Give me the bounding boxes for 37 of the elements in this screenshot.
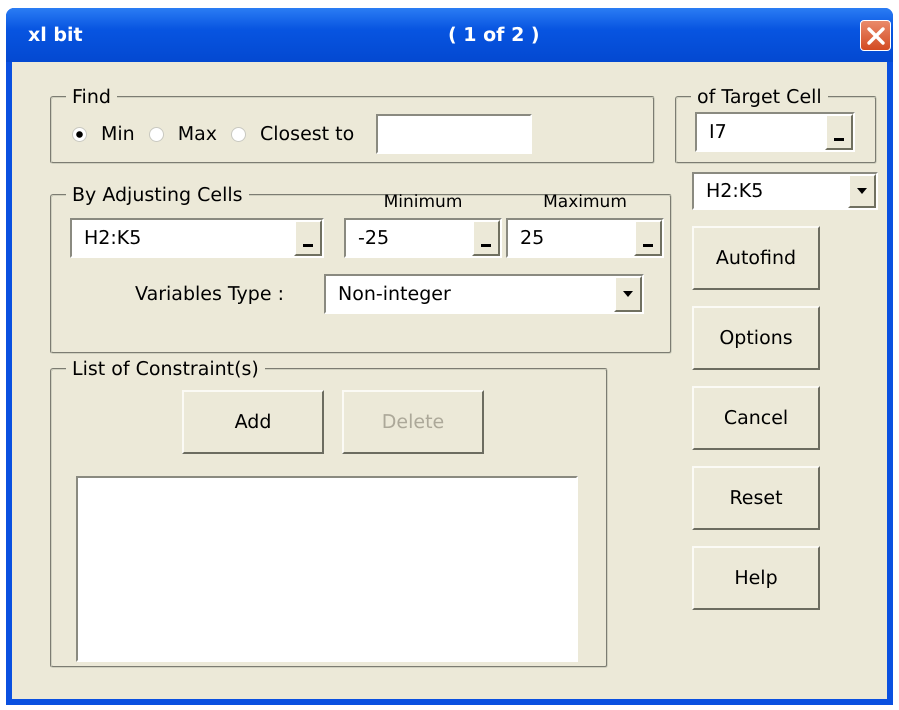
side-button[interactable]: Options: [692, 306, 820, 370]
page-indicator: ( 1 of 2 ): [448, 24, 540, 46]
minimum-label: Minimum: [384, 192, 462, 212]
group-label: List of Constraint(s): [71, 358, 260, 380]
constraint-button[interactable]: Add: [182, 390, 324, 454]
variables-type-dropdown[interactable]: Non-integer: [324, 274, 644, 314]
dropdown-button[interactable]: [614, 276, 642, 312]
side-button[interactable]: Reset: [692, 466, 820, 530]
collapse-button[interactable]: [825, 114, 853, 150]
radio-button[interactable]: [148, 126, 164, 142]
maximum-label: Maximum: [543, 192, 627, 212]
close-button[interactable]: [860, 20, 891, 51]
radio-label: Min: [101, 123, 135, 145]
radio-option[interactable]: Closest to: [231, 123, 354, 145]
radio-button[interactable]: [231, 126, 246, 142]
window-title: xl bit: [28, 24, 83, 46]
closest-to-field[interactable]: [376, 114, 532, 154]
collapse-button[interactable]: [472, 220, 500, 256]
side-button[interactable]: Cancel: [692, 386, 820, 450]
group-label: of Target Cell: [696, 86, 823, 108]
group-label: Find: [71, 86, 112, 108]
radio-label: Max: [178, 123, 217, 145]
collapse-button[interactable]: [634, 220, 662, 256]
radio-label: Closest to: [260, 123, 354, 145]
group-label: By Adjusting Cells: [71, 184, 244, 206]
dropdown-button[interactable]: [848, 174, 876, 208]
caret-icon: [857, 188, 867, 194]
adjusting-cells-field[interactable]: H2:K5: [70, 218, 324, 258]
close-icon: [866, 26, 886, 46]
radio-button[interactable]: [72, 126, 87, 142]
caret-icon: [623, 291, 633, 297]
variables-type-label: Variables Type :: [134, 283, 285, 305]
side-button[interactable]: Help: [692, 546, 820, 610]
side-button[interactable]: Autofind: [692, 226, 820, 290]
radio-option[interactable]: Min: [72, 123, 135, 145]
collapse-button[interactable]: [294, 220, 322, 256]
radio-option[interactable]: Max: [148, 123, 217, 145]
